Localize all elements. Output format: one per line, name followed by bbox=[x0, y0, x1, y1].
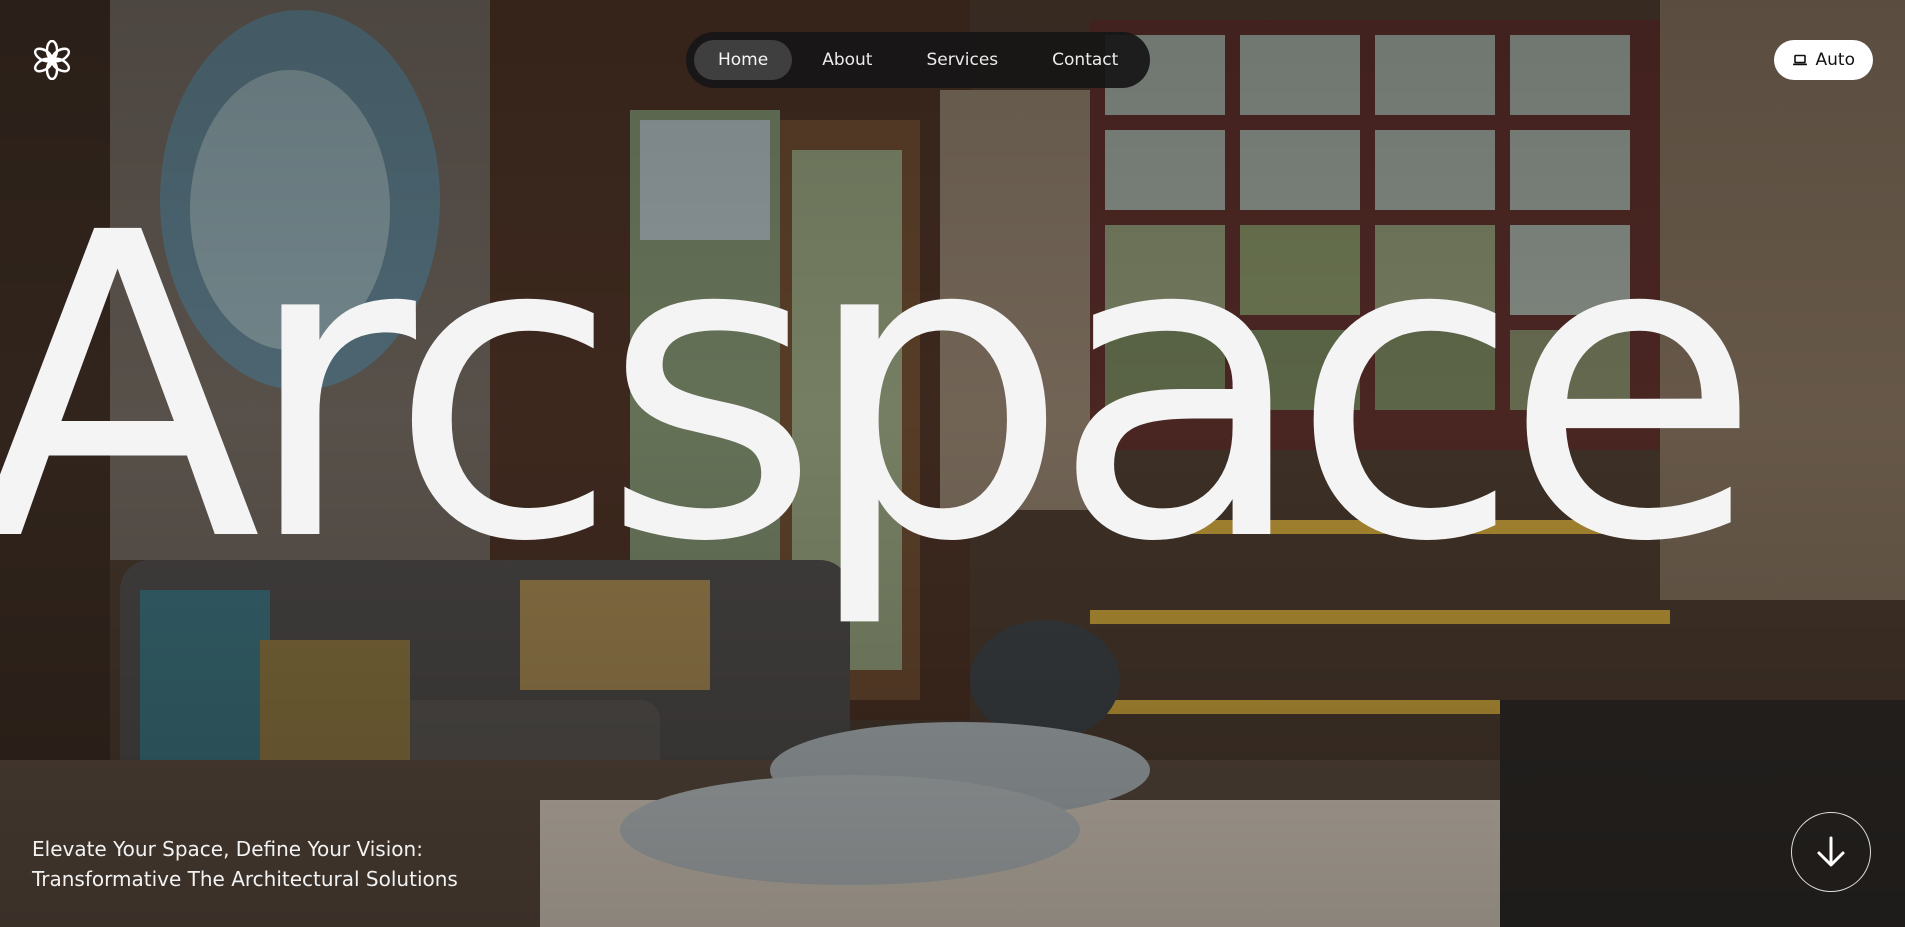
hero-tagline: Elevate Your Space, Define Your Vision: … bbox=[32, 834, 458, 894]
theme-toggle-label: Auto bbox=[1815, 50, 1855, 70]
scroll-down-button[interactable] bbox=[1791, 812, 1871, 892]
nav-item-services[interactable]: Services bbox=[902, 40, 1022, 80]
tagline-line-2: Transformative The Architectural Solutio… bbox=[32, 867, 458, 891]
nav-item-contact[interactable]: Contact bbox=[1028, 40, 1142, 80]
theme-toggle-button[interactable]: Auto bbox=[1773, 40, 1873, 80]
tagline-line-1: Elevate Your Space, Define Your Vision: bbox=[32, 837, 423, 861]
main-nav: Home About Services Contact bbox=[686, 32, 1150, 88]
hero-section: Arcspace Home About Services Contact Aut… bbox=[0, 0, 1905, 927]
nav-item-about[interactable]: About bbox=[798, 40, 896, 80]
nav-item-home[interactable]: Home bbox=[694, 40, 793, 80]
flower-asterisk-icon[interactable] bbox=[32, 39, 72, 81]
arrow-down-icon bbox=[1817, 836, 1845, 867]
hero-wordmark: Arcspace bbox=[0, 145, 1762, 634]
laptop-icon bbox=[1792, 52, 1808, 68]
